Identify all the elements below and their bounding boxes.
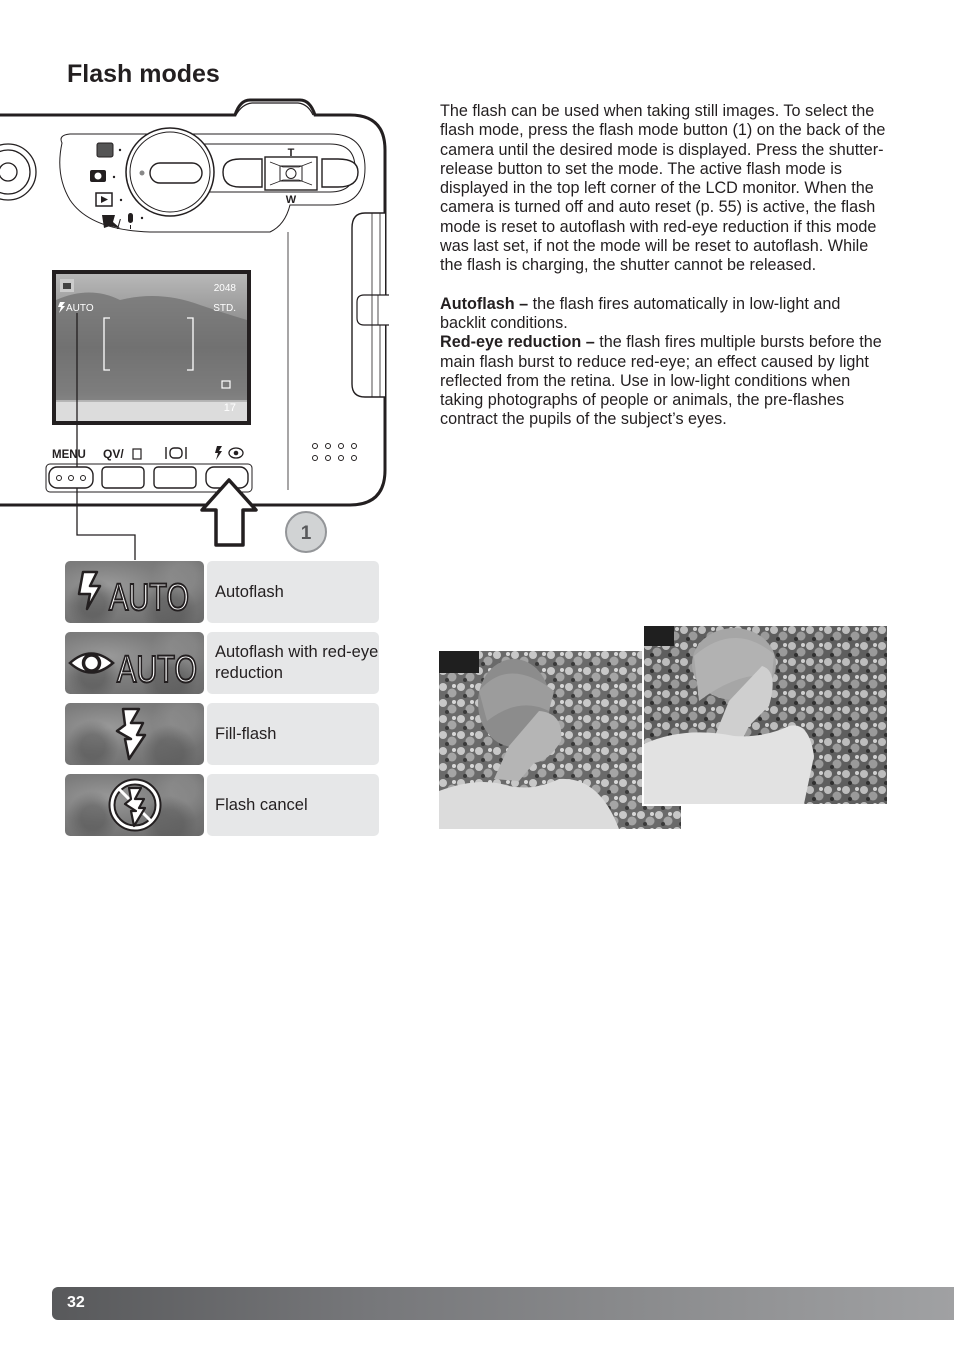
zoom-tele-label: T <box>288 147 295 159</box>
flash-cancel-icon <box>108 778 162 832</box>
mode-label: Autoflash with red-eye reduction <box>215 643 379 682</box>
menu-button-label: MENU <box>52 449 86 461</box>
definition-autoflash: Autoflash – the flash fires automaticall… <box>440 295 888 334</box>
svg-text:AUTO: AUTO <box>109 577 189 619</box>
lcd-quality: STD. <box>213 303 236 314</box>
lcd-frame-count: 17 <box>224 402 236 414</box>
lcd-flash-indicator: AUTO <box>66 303 94 314</box>
flash-mode-row-flash-cancel: Flash cancel <box>65 774 379 836</box>
page-title: Flash modes <box>67 60 220 88</box>
qv-button-label: QV/ <box>103 447 124 461</box>
definition-red-eye: Red-eye reduction – the flash fires mult… <box>440 333 888 429</box>
flash-mode-row-autoflash: AUTO Autoflash <box>65 561 379 623</box>
mode-label: Autoflash <box>215 582 284 601</box>
red-eye-auto-icon: AUTO <box>68 648 198 692</box>
photo-with-red-eye-reduction <box>642 624 889 806</box>
flash-button-callout: 1 <box>301 523 312 544</box>
fill-flash-icon <box>115 707 147 761</box>
intro-paragraph: The flash can be used when taking still … <box>440 102 886 275</box>
page-number: 32 <box>67 1294 85 1311</box>
lcd-resolution: 2048 <box>214 283 237 294</box>
flash-auto-icon: AUTO <box>77 570 190 620</box>
svg-text:AUTO: AUTO <box>117 649 197 691</box>
mode-label: Fill-flash <box>215 724 277 743</box>
definition-term: Autoflash – <box>440 294 529 313</box>
definition-term: Red-eye reduction – <box>440 333 595 352</box>
body-text: The flash can be used when taking still … <box>440 102 888 430</box>
camera-back-illustration: / T W AUTO 2048 STD. 17 MENU QV/ 1 <box>0 98 389 560</box>
mode-label: Flash cancel <box>215 795 308 814</box>
flash-mode-row-fill-flash: Fill-flash <box>65 703 379 765</box>
flash-mode-row-red-eye: AUTO Autoflash with red-eye reduction <box>65 632 379 694</box>
svg-text:/: / <box>117 216 121 232</box>
zoom-wide-label: W <box>286 194 297 206</box>
footer-bar: 32 <box>52 1287 954 1320</box>
